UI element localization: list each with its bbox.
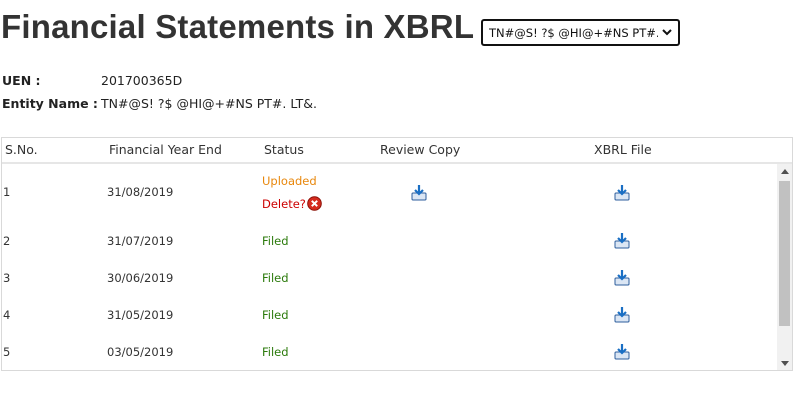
- uen-value: 201700365D: [101, 73, 183, 88]
- delete-label: Delete?: [262, 196, 306, 211]
- row-financial-year-end: 31/07/2019: [107, 234, 174, 248]
- status-uploaded: Uploaded: [262, 174, 317, 188]
- column-header-review-copy: Review Copy: [380, 142, 461, 157]
- table-row: 1 31/08/2019 Uploaded Delete?: [2, 168, 776, 218]
- column-header-status: Status: [264, 142, 304, 157]
- table-scrollbar[interactable]: [777, 164, 792, 370]
- review-copy-download-icon[interactable]: [410, 184, 428, 202]
- entity-name-value: TN#@S! ?$ @HI@+#NS PT#. LT&.: [101, 96, 317, 111]
- row-financial-year-end: 03/05/2019: [107, 345, 174, 359]
- table-header: S.No. Financial Year End Status Review C…: [2, 138, 792, 164]
- row-sno: 2: [3, 234, 11, 248]
- filings-table: S.No. Financial Year End Status Review C…: [1, 137, 793, 371]
- table-row: 3 30/06/2019 Filed: [2, 260, 776, 297]
- entity-name-label: Entity Name :: [2, 96, 98, 111]
- status-filed: Filed: [262, 345, 289, 359]
- row-sno: 3: [3, 271, 11, 285]
- chevron-down-icon: [658, 29, 672, 36]
- table-row: 5 03/05/2019 Filed: [2, 334, 776, 371]
- column-header-sno: S.No.: [5, 142, 38, 157]
- column-header-xbrl-file: XBRL File: [594, 142, 652, 157]
- scroll-up-arrow-icon[interactable]: [777, 164, 792, 178]
- entity-select[interactable]: TN#@S! ?$ @HI@+#NS PT#. LT: [481, 19, 680, 46]
- row-sno: 5: [3, 345, 11, 359]
- table-row: 2 31/07/2019 Filed: [2, 223, 776, 260]
- status-filed: Filed: [262, 271, 289, 285]
- entity-select-value: TN#@S! ?$ @HI@+#NS PT#. LT: [489, 25, 658, 40]
- scrollbar-thumb[interactable]: [779, 181, 790, 326]
- page-title: Financial Statements in XBRL: [1, 8, 475, 45]
- delete-icon[interactable]: [307, 196, 322, 211]
- xbrl-file-download-icon[interactable]: [613, 232, 631, 250]
- row-financial-year-end: 31/08/2019: [107, 185, 174, 199]
- row-financial-year-end: 31/05/2019: [107, 308, 174, 322]
- row-sno: 1: [3, 185, 11, 199]
- table-row: 4 31/05/2019 Filed: [2, 297, 776, 334]
- row-financial-year-end: 30/06/2019: [107, 271, 174, 285]
- column-header-financial-year-end: Financial Year End: [109, 142, 222, 157]
- status-filed: Filed: [262, 234, 289, 248]
- xbrl-file-download-icon[interactable]: [613, 306, 631, 324]
- xbrl-file-download-icon[interactable]: [613, 343, 631, 361]
- delete-link[interactable]: Delete?: [262, 196, 322, 211]
- row-sno: 4: [3, 308, 11, 322]
- xbrl-file-download-icon[interactable]: [613, 184, 631, 202]
- uen-label: UEN :: [2, 73, 41, 88]
- xbrl-file-download-icon[interactable]: [613, 269, 631, 287]
- status-filed: Filed: [262, 308, 289, 322]
- scroll-down-arrow-icon[interactable]: [777, 356, 792, 370]
